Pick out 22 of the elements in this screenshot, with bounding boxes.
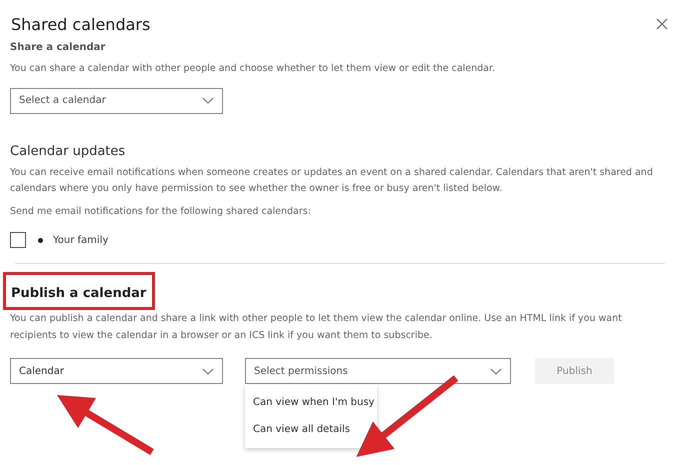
- chevron-icon: [490, 368, 502, 374]
- dropdown[interactable]: Select a calendar: [10, 88, 223, 114]
- checkbox[interactable]: [10, 232, 26, 248]
- description: You can publish a calendar and share a link with other people to let them view the calendar online. Use an HTML link if you want recipients to view the calendar in a browser or an ICS link if you want them to subscribe.: [10, 312, 623, 342]
- menu-option[interactable]: Can view when I'm busy: [245, 389, 377, 416]
- window-title: Shared calendars: [11, 14, 150, 34]
- prompt-text: Send me email notifications for the following shared calendars:: [10, 204, 312, 218]
- section-heading: Share a calendar: [10, 41, 106, 55]
- dropdown[interactable]: Select permissions: [245, 358, 511, 384]
- chevron-icon: [202, 368, 214, 374]
- dropdown-placeholder: Select a calendar: [19, 95, 106, 106]
- dropdown-value: Calendar: [19, 366, 64, 376]
- description: You can share a calendar with other people and choose whether to let them view or edit the calendar.: [10, 62, 496, 76]
- menu-option[interactable]: Can view all details: [245, 416, 377, 443]
- close-icon[interactable]: [656, 18, 668, 30]
- calendar-name: Your family: [53, 234, 108, 246]
- dropdown[interactable]: Calendar: [10, 358, 223, 384]
- dropdown-placeholder: Select permissions: [254, 366, 348, 376]
- description: You can receive email notifications when someone creates or updates an event on a shared calendar. Calendars that aren't shared and calendars where you only have permission to see whether the owner is free or busy aren't listed below.: [10, 166, 654, 196]
- chevron-icon: [202, 97, 214, 104]
- section-heading: Publish a calendar: [11, 286, 148, 301]
- section-heading: Calendar updates: [10, 144, 126, 158]
